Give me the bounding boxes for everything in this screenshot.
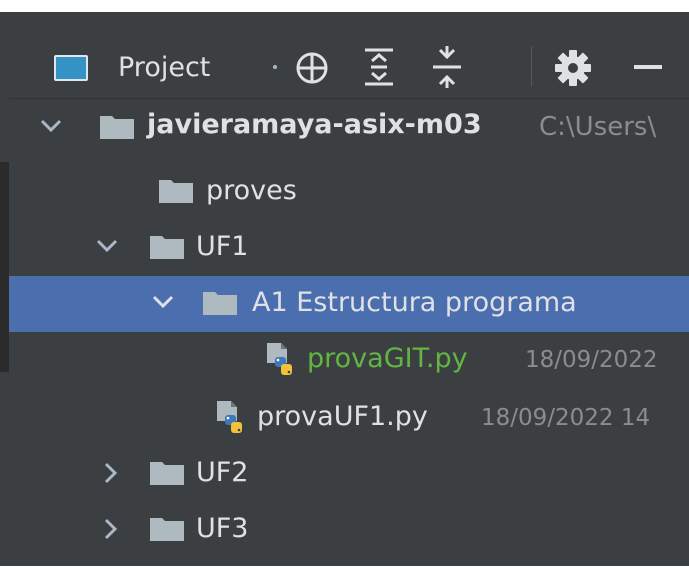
folder-icon [150, 518, 184, 541]
view-dropdown-indicator[interactable] [273, 65, 277, 69]
chevron-right-icon[interactable] [104, 518, 118, 540]
tree-row-proves[interactable]: proves [9, 164, 689, 220]
project-toolbar: Project [9, 12, 689, 99]
gear-icon[interactable] [554, 49, 592, 87]
toolbar-separator [531, 46, 532, 86]
folder-label-uf2: UF2 [196, 457, 249, 488]
folder-label-uf1: UF1 [196, 231, 249, 262]
folder-label-proves: proves [206, 175, 297, 206]
project-tool-window-frame: Project javieramaya-asix-m03 C:\Users\ p… [0, 0, 689, 573]
chevron-down-icon[interactable] [96, 239, 118, 253]
python-file-icon [217, 401, 242, 433]
collapse-all-icon[interactable] [429, 46, 465, 88]
expand-all-icon[interactable] [361, 46, 397, 88]
screen-top-margin [0, 0, 689, 12]
file-label-provagit: provaGIT.py [307, 343, 468, 374]
folder-label-uf3: UF3 [196, 513, 249, 544]
tree-row-uf2[interactable]: UF2 [9, 446, 689, 502]
select-opened-file-icon[interactable] [292, 48, 332, 88]
file-label-provauf1: provaUF1.py [257, 401, 428, 432]
tree-row-provagit[interactable]: provaGIT.py 18/09/2022 [9, 332, 689, 388]
tree-row-provauf1[interactable]: provaUF1.py 18/09/2022 14 [9, 390, 689, 446]
left-editor-edge [0, 12, 9, 566]
file-date-provagit: 18/09/2022 [525, 347, 658, 373]
folder-icon [150, 462, 184, 485]
folder-label-a1: A1 Estructura programa [252, 287, 577, 318]
tree-row-uf1[interactable]: UF1 [9, 220, 689, 276]
hide-panel-icon[interactable] [634, 65, 662, 71]
root-folder-path: C:\Users\ [539, 112, 657, 142]
chevron-right-icon[interactable] [104, 462, 118, 484]
tree-row-a1-estructura-programa[interactable]: A1 Estructura programa [9, 276, 689, 332]
folder-icon [159, 180, 193, 203]
project-view-title[interactable]: Project [118, 51, 210, 85]
screen-bottom-margin [0, 566, 689, 573]
root-folder-label: javieramaya-asix-m03 [147, 109, 482, 140]
python-file-icon [267, 343, 292, 375]
folder-icon [100, 116, 134, 139]
project-panel: Project javieramaya-asix-m03 C:\Users\ p… [9, 12, 689, 566]
chevron-down-icon[interactable] [40, 119, 62, 133]
left-editor-gutter [0, 162, 9, 372]
folder-icon [150, 236, 184, 259]
folder-icon [203, 292, 237, 315]
tree-row-root[interactable]: javieramaya-asix-m03 C:\Users\ [9, 100, 689, 156]
file-date-provauf1: 18/09/2022 14 [481, 405, 651, 431]
project-window-icon [54, 55, 88, 81]
tree-row-uf3[interactable]: UF3 [9, 502, 689, 558]
chevron-down-icon[interactable] [152, 295, 174, 309]
